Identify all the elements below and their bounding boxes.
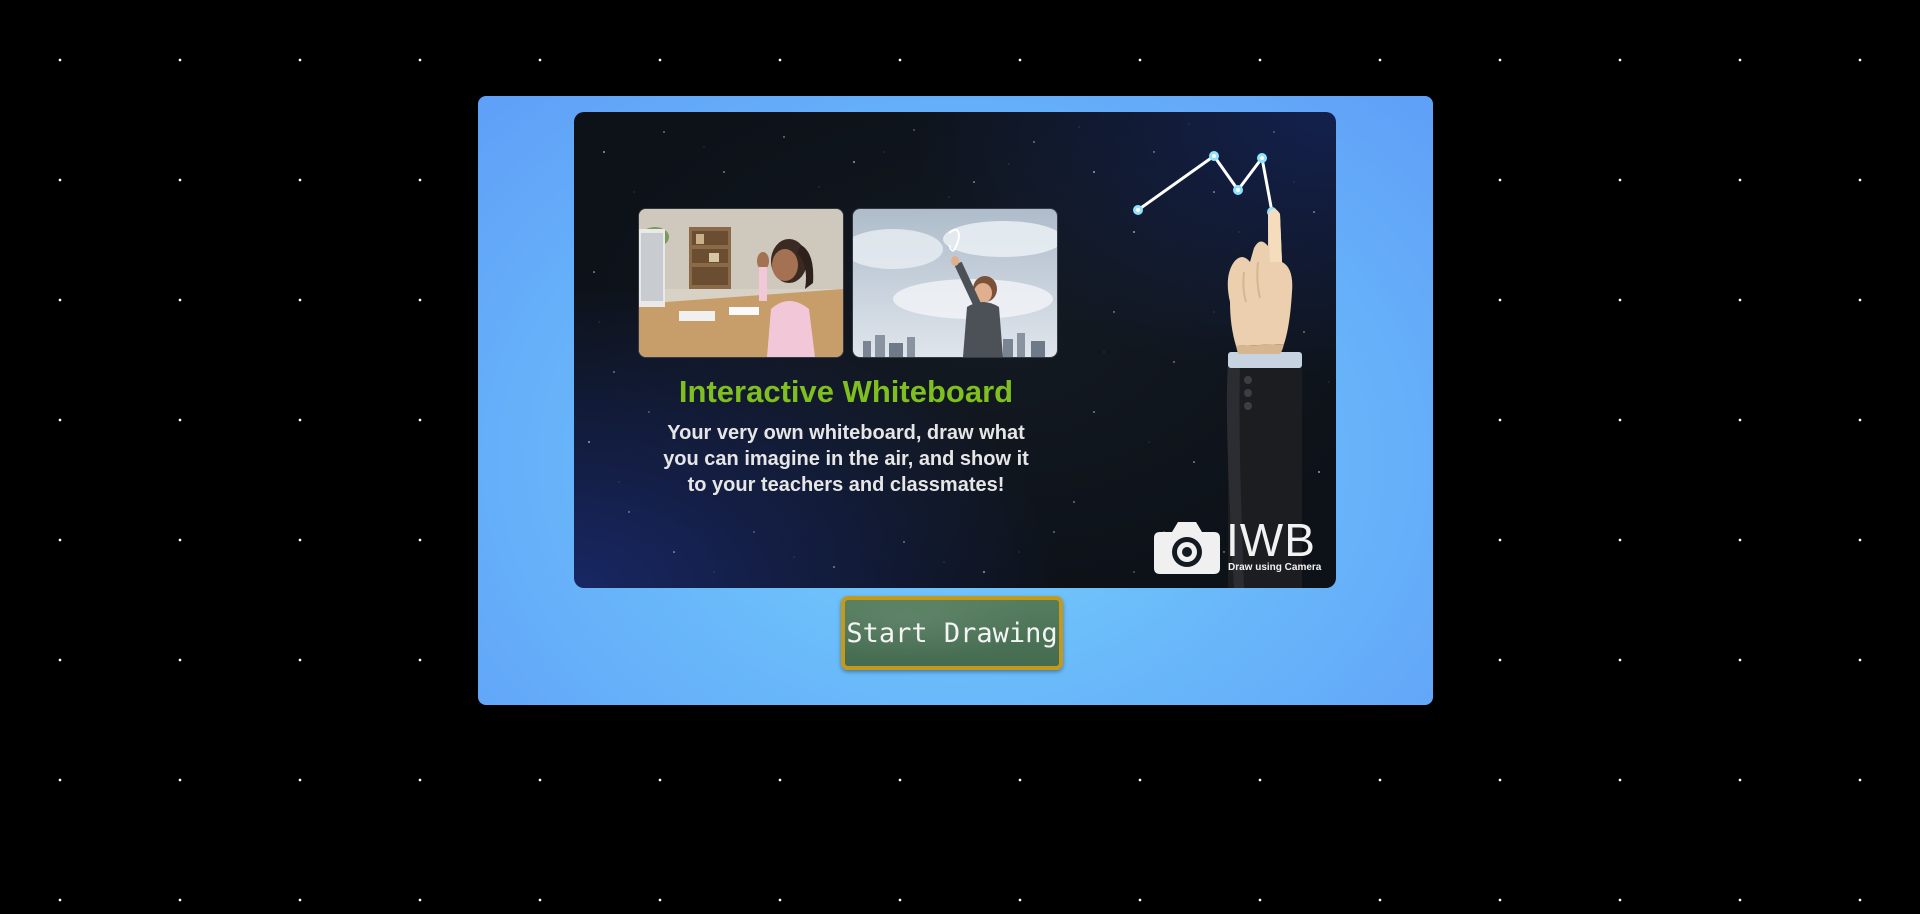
start-drawing-button[interactable]: Start Drawing <box>841 596 1063 670</box>
photo-girl-waving <box>638 208 844 358</box>
photo-boy-drawing <box>852 208 1058 358</box>
welcome-panel: Interactive Whiteboard Your very own whi… <box>478 96 1433 705</box>
logo-tagline: Draw using Camera <box>1228 562 1322 573</box>
logo-text: IWB <box>1226 514 1316 566</box>
description: Your very own whiteboard, draw what you … <box>663 422 1029 496</box>
iwb-logo: IWB Draw using Camera <box>1152 516 1322 576</box>
camera-icon <box>1154 522 1220 574</box>
headline: Interactive Whiteboard <box>678 374 1014 409</box>
hero-banner: Interactive Whiteboard Your very own whi… <box>574 112 1336 588</box>
